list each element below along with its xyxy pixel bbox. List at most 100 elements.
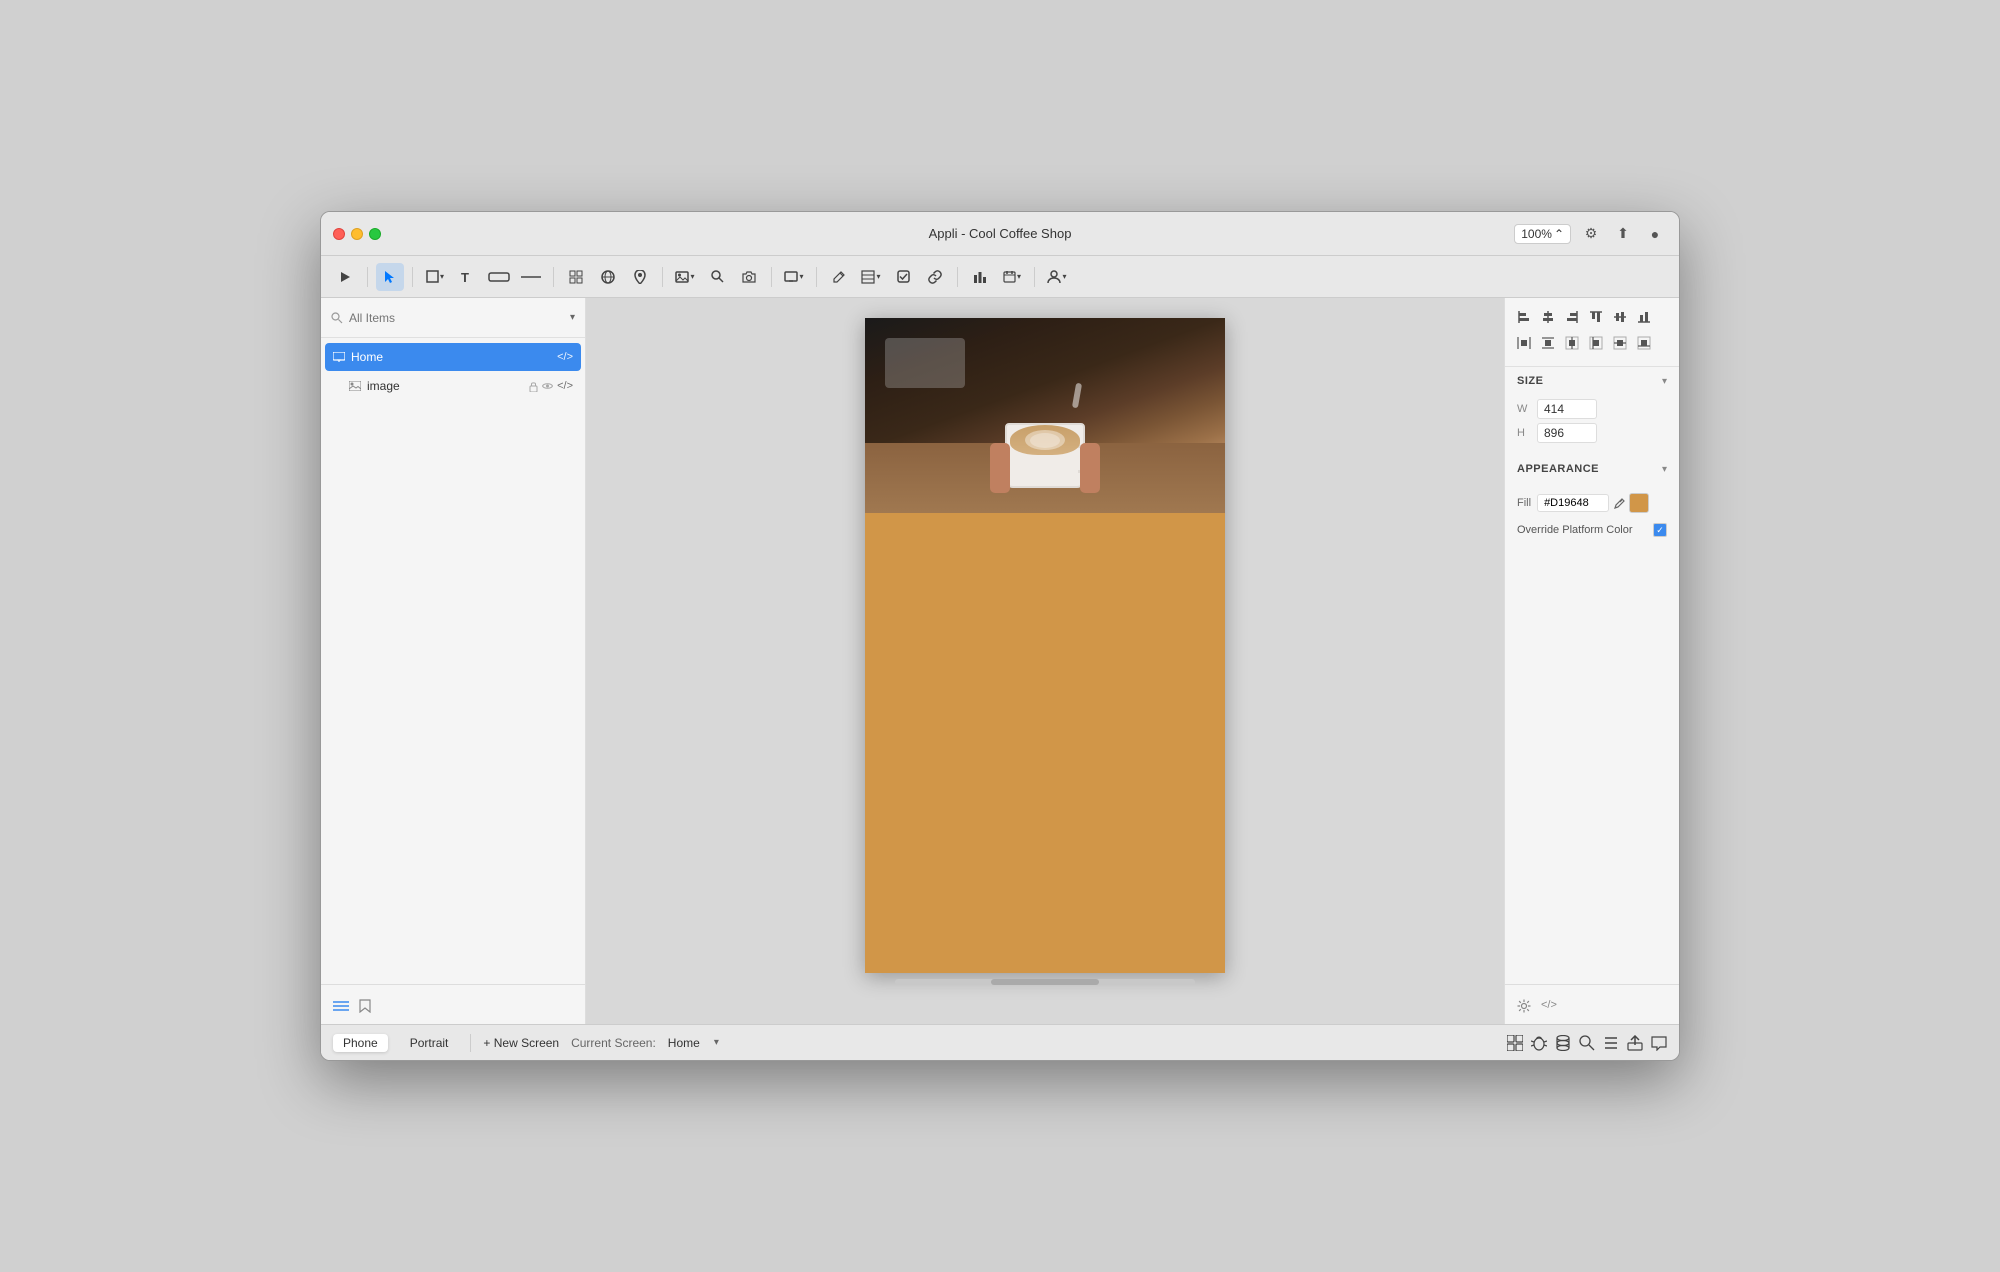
maximize-button[interactable]	[369, 228, 381, 240]
list-bottom-icon[interactable]	[1603, 1034, 1619, 1051]
height-input[interactable]	[1537, 423, 1597, 443]
settings-button[interactable]: ⚙	[1579, 222, 1603, 246]
grid-tool[interactable]	[562, 263, 590, 291]
portrait-tab[interactable]: Portrait	[400, 1034, 459, 1052]
chart-tool[interactable]	[966, 263, 994, 291]
camera-tool[interactable]	[735, 263, 763, 291]
separator-2	[412, 267, 413, 287]
current-screen-value: Home	[668, 1036, 700, 1050]
grid-bottom-icon[interactable]	[1507, 1034, 1523, 1051]
separator-5	[771, 267, 772, 287]
panel-settings-icon[interactable]	[1517, 996, 1531, 1012]
distribute-v-btn[interactable]	[1537, 332, 1559, 354]
code-icon[interactable]: </>	[557, 351, 573, 363]
upload-button[interactable]: ⬆	[1611, 222, 1635, 246]
appearance-chevron-icon: ▾	[1662, 464, 1667, 475]
align-left-edges-btn[interactable]	[1513, 306, 1535, 328]
minimize-button[interactable]	[351, 228, 363, 240]
checkbox-tool[interactable]	[889, 263, 917, 291]
database-bottom-icon[interactable]	[1555, 1034, 1571, 1051]
title-bar-right: 100% ⌃ ⚙ ⬆ ●	[1514, 222, 1667, 246]
account-button[interactable]: ●	[1643, 222, 1667, 246]
size-section-header[interactable]: SIZE ▾	[1505, 367, 1679, 395]
width-field-row: W	[1517, 399, 1667, 419]
title-bar: Appli - Cool Coffee Shop 100% ⌃ ⚙ ⬆ ●	[321, 212, 1679, 256]
zoom-control[interactable]: 100% ⌃	[1514, 224, 1571, 244]
separator-6	[816, 267, 817, 287]
override-checkbox[interactable]: ✓	[1653, 523, 1667, 537]
phone-tab[interactable]: Phone	[333, 1034, 388, 1052]
align-bottom-edges-btn[interactable]	[1633, 306, 1655, 328]
eye-icon[interactable]	[542, 380, 553, 392]
fill-hex-input[interactable]	[1537, 494, 1609, 512]
panel-code-icon[interactable]: </>	[1541, 999, 1557, 1011]
screen-dropdown-icon[interactable]: ▾	[714, 1037, 719, 1048]
export-bottom-icon[interactable]	[1627, 1034, 1643, 1051]
text-tool[interactable]: T	[453, 263, 481, 291]
bug-bottom-icon[interactable]	[1531, 1034, 1547, 1051]
orange-section	[865, 513, 1225, 973]
play-tool[interactable]	[331, 263, 359, 291]
search-tool[interactable]	[703, 263, 731, 291]
align-left-page-btn[interactable]	[1585, 332, 1607, 354]
layers-icon[interactable]	[333, 997, 349, 1013]
window-title: Appli - Cool Coffee Shop	[929, 226, 1072, 241]
appearance-section-header[interactable]: APPEARANCE ▾	[1505, 455, 1679, 483]
component-tool[interactable]: ▾	[857, 263, 885, 291]
bottom-icons	[1507, 1034, 1667, 1051]
distribute-h-btn[interactable]	[1513, 332, 1535, 354]
size-fields: W H	[1505, 395, 1679, 455]
bookmark-icon[interactable]	[359, 996, 371, 1012]
rectangle-tool[interactable]: ▾	[421, 263, 449, 291]
align-top-edges-btn[interactable]	[1585, 306, 1607, 328]
edit-tool[interactable]	[825, 263, 853, 291]
calendar-tool[interactable]: ▾	[998, 263, 1026, 291]
rectangle-arrow: ▾	[440, 272, 444, 281]
screen-tool[interactable]: ▾	[780, 263, 808, 291]
align-bottom-page-btn[interactable]	[1633, 332, 1655, 354]
align-right-edges-btn[interactable]	[1561, 306, 1583, 328]
pin-tool[interactable]	[626, 263, 654, 291]
chat-bottom-icon[interactable]	[1651, 1034, 1667, 1051]
width-input[interactable]	[1537, 399, 1597, 419]
right-panel-bottom: </>	[1505, 984, 1679, 1024]
code-layer-icon[interactable]: </>	[557, 380, 573, 392]
layer-image-name: image	[367, 379, 529, 393]
appearance-label: APPEARANCE	[1517, 463, 1599, 475]
app-window: Appli - Cool Coffee Shop 100% ⌃ ⚙ ⬆ ● ▾ …	[320, 211, 1680, 1061]
image-tool[interactable]: ▾	[671, 263, 699, 291]
globe-tool[interactable]	[594, 263, 622, 291]
appearance-section: Fill Override Platform Color ✓	[1505, 483, 1679, 545]
align-center-page-h-btn[interactable]	[1561, 332, 1583, 354]
close-button[interactable]	[333, 228, 345, 240]
input-tool[interactable]	[485, 263, 513, 291]
fill-label: Fill	[1517, 497, 1531, 509]
screen-layer-icon	[333, 351, 345, 363]
size-label: SIZE	[1517, 375, 1543, 387]
layer-home[interactable]: Home </>	[325, 343, 581, 371]
main-layout: ▾ Home </> image	[321, 298, 1679, 1024]
user-tool[interactable]: ▾	[1043, 263, 1071, 291]
bottom-bar: Phone Portrait + New Screen Current Scre…	[321, 1024, 1679, 1060]
align-center-page-v-btn[interactable]	[1609, 332, 1631, 354]
new-screen-button[interactable]: + New Screen	[483, 1036, 559, 1050]
layer-image[interactable]: image </>	[325, 372, 581, 400]
select-tool[interactable]	[376, 263, 404, 291]
lock-icon[interactable]	[529, 380, 538, 392]
search-db-bottom-icon[interactable]	[1579, 1034, 1595, 1051]
phone-frame	[865, 318, 1225, 973]
search-dropdown-icon[interactable]: ▾	[570, 312, 575, 323]
color-swatch[interactable]	[1629, 493, 1649, 513]
separator-1	[367, 267, 368, 287]
search-input[interactable]	[349, 311, 564, 325]
canvas-area[interactable]	[586, 298, 1504, 1024]
link-tool[interactable]	[921, 263, 949, 291]
line-tool[interactable]	[517, 263, 545, 291]
bottom-separator-1	[470, 1034, 471, 1052]
fill-row: Fill	[1505, 487, 1679, 519]
height-field-row: H	[1517, 423, 1667, 443]
eyedropper-icon[interactable]	[1613, 496, 1625, 510]
align-row-2	[1513, 332, 1671, 354]
align-center-v-btn[interactable]	[1609, 306, 1631, 328]
align-center-h-btn[interactable]	[1537, 306, 1559, 328]
